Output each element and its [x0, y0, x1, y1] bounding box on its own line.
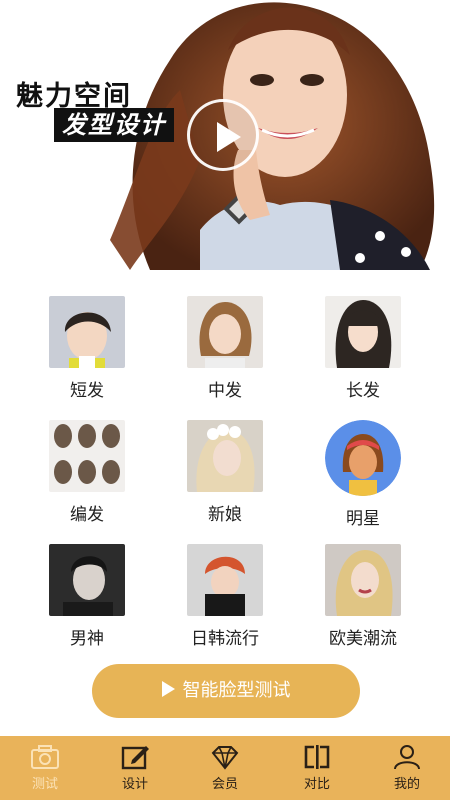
men-photo [49, 544, 125, 616]
asian-trend-photo [187, 544, 263, 616]
long-hair-photo [325, 296, 401, 368]
category-long-hair[interactable]: 长发 [308, 296, 418, 406]
braid-photo [49, 420, 125, 492]
bride-photo [187, 420, 263, 492]
tab-test[interactable]: 测试 [10, 744, 80, 796]
category-label: 男神 [70, 629, 104, 649]
hero-banner[interactable]: 魅力空间 发型设计 [0, 0, 450, 270]
tab-label: 对比 [303, 777, 330, 792]
camera-icon [31, 745, 59, 769]
tab-label: 设计 [121, 777, 148, 792]
category-label: 新娘 [208, 505, 242, 525]
category-medium-hair[interactable]: 中发 [170, 296, 280, 406]
category-star[interactable]: 明星 [308, 420, 418, 530]
tab-label: 会员 [211, 777, 238, 792]
short-hair-photo [49, 296, 125, 368]
western-trend-photo [325, 544, 401, 616]
category-label: 欧美潮流 [329, 629, 397, 649]
tab-mine[interactable]: 我的 [372, 744, 442, 796]
banner-subtitle: 发型设计 [54, 108, 174, 142]
tab-label: 我的 [393, 777, 420, 792]
category-label: 长发 [346, 381, 380, 401]
diamond-icon [211, 746, 239, 770]
category-label: 编发 [70, 505, 104, 525]
bottom-tab-bar: 测试 设计 会员 对比 我的 [0, 736, 450, 800]
category-braid[interactable]: 编发 [32, 420, 142, 530]
play-triangle-icon [161, 681, 175, 697]
category-label: 日韩流行 [191, 629, 259, 649]
category-bride[interactable]: 新娘 [170, 420, 280, 530]
category-label: 明星 [346, 509, 380, 529]
cta-label: 智能脸型测试 [182, 680, 291, 701]
play-button[interactable] [187, 99, 259, 171]
tab-label: 测试 [31, 777, 58, 792]
edit-icon [121, 746, 149, 770]
category-asian-trend[interactable]: 日韩流行 [170, 544, 280, 654]
face-shape-test-button[interactable]: 智能脸型测试 [92, 664, 360, 718]
category-men[interactable]: 男神 [32, 544, 142, 654]
tab-design[interactable]: 设计 [100, 744, 170, 796]
medium-hair-photo [187, 296, 263, 368]
star-avatar [325, 420, 401, 496]
person-icon [394, 745, 420, 770]
category-western-trend[interactable]: 欧美潮流 [308, 544, 418, 654]
tab-compare[interactable]: 对比 [282, 744, 352, 796]
category-label: 中发 [208, 381, 242, 401]
category-label: 短发 [70, 381, 104, 401]
tab-member[interactable]: 会员 [190, 744, 260, 796]
compare-icon [304, 745, 330, 769]
category-short-hair[interactable]: 短发 [32, 296, 142, 406]
